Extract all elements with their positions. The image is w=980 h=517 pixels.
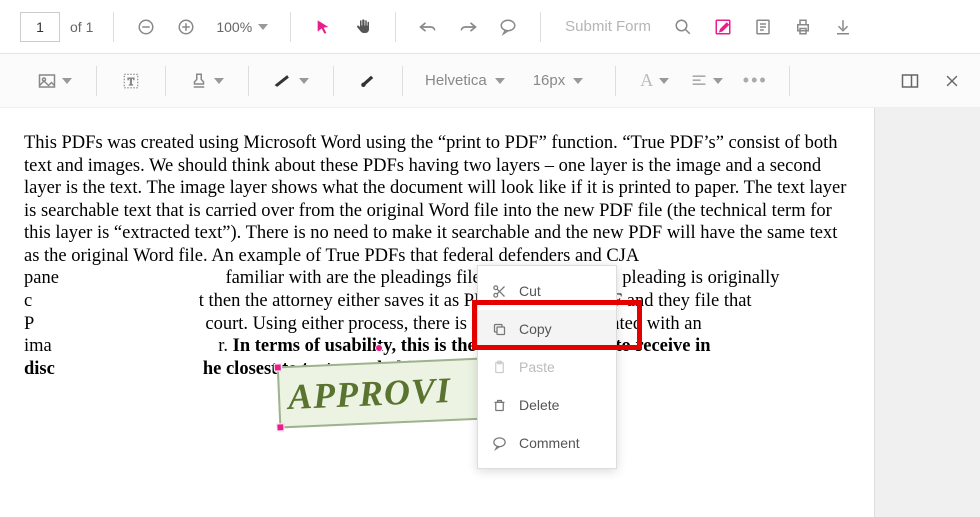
image-tool-dropdown[interactable]	[30, 63, 80, 99]
caret-down-icon	[214, 78, 224, 84]
separator	[165, 66, 166, 96]
zoom-label: 100%	[216, 19, 252, 35]
submit-form-button[interactable]: Submit Form	[565, 18, 651, 35]
separator	[248, 66, 249, 96]
font-size-dropdown[interactable]: 16px	[533, 72, 584, 89]
pen-tool-dropdown[interactable]	[265, 63, 317, 99]
copy-icon	[492, 322, 507, 337]
print-button[interactable]	[785, 9, 821, 45]
content-area: This PDFs was created using Microsoft Wo…	[0, 108, 980, 517]
separator	[113, 12, 114, 42]
more-button[interactable]: •••	[737, 63, 773, 99]
caret-down-icon	[495, 78, 505, 84]
ctx-label: Paste	[519, 359, 555, 375]
main-toolbar: of 1 100% Submit Form	[0, 0, 980, 54]
document-text: This PDFs was created using Microsoft Wo…	[24, 132, 850, 380]
caret-down-icon	[573, 78, 583, 84]
separator	[615, 66, 616, 96]
align-dropdown[interactable]	[683, 63, 731, 99]
redo-button[interactable]	[450, 9, 486, 45]
text-color-dropdown[interactable]: A	[632, 63, 677, 99]
ctx-label: Delete	[519, 397, 559, 413]
side-panel	[874, 108, 980, 517]
ctx-delete[interactable]: Delete	[478, 386, 616, 424]
search-button[interactable]	[665, 9, 701, 45]
annotation-toolbar: T Helvetica 16px A •••	[0, 54, 980, 108]
separator	[290, 12, 291, 42]
page-number-input[interactable]	[20, 12, 60, 42]
caret-down-icon	[713, 78, 723, 84]
ctx-copy[interactable]: Copy	[478, 310, 616, 348]
panel-toggle-button[interactable]	[892, 63, 928, 99]
download-button[interactable]	[825, 9, 861, 45]
ctx-label: Copy	[519, 321, 552, 337]
resize-handle[interactable]	[274, 363, 282, 371]
size-label: 16px	[533, 72, 566, 89]
reader-button[interactable]	[745, 9, 781, 45]
text-tool-button[interactable]: T	[113, 63, 149, 99]
separator	[96, 66, 97, 96]
scissors-icon	[492, 284, 507, 299]
comment-icon	[492, 436, 507, 451]
brush-tool-button[interactable]	[350, 63, 386, 99]
zoom-in-button[interactable]	[168, 9, 204, 45]
ctx-label: Comment	[519, 435, 580, 451]
caret-down-icon	[258, 24, 268, 30]
text-run: This PDFs was created using Microsoft Wo…	[24, 133, 846, 288]
zoom-level-dropdown[interactable]: 100%	[208, 9, 276, 45]
separator	[402, 66, 403, 96]
ctx-label: Cut	[519, 283, 541, 299]
close-button[interactable]	[934, 63, 970, 99]
separator	[789, 66, 790, 96]
hand-tool-button[interactable]	[345, 9, 381, 45]
page-count-label: of 1	[70, 19, 93, 35]
stamp-tool-dropdown[interactable]	[182, 63, 232, 99]
approved-stamp[interactable]: APPROVI	[277, 358, 486, 429]
resize-handle[interactable]	[276, 423, 284, 431]
select-tool-button[interactable]	[305, 9, 341, 45]
text-run: r.	[218, 336, 232, 356]
comment-tool-button[interactable]	[490, 9, 526, 45]
undo-button[interactable]	[410, 9, 446, 45]
caret-down-icon	[299, 78, 309, 84]
clipboard-icon	[492, 360, 507, 375]
pdf-page[interactable]: This PDFs was created using Microsoft Wo…	[0, 108, 874, 517]
zoom-out-button[interactable]	[128, 9, 164, 45]
font-label: Helvetica	[425, 72, 487, 89]
context-menu: Cut Copy Paste Delete Comment	[477, 265, 617, 469]
separator	[395, 12, 396, 42]
separator	[333, 66, 334, 96]
ctx-cut[interactable]: Cut	[478, 272, 616, 310]
svg-text:T: T	[128, 76, 135, 87]
edit-button[interactable]	[705, 9, 741, 45]
caret-down-icon	[659, 78, 669, 84]
stamp-label: APPROVI	[287, 369, 452, 418]
font-family-dropdown[interactable]: Helvetica	[425, 72, 505, 89]
ctx-comment[interactable]: Comment	[478, 424, 616, 462]
trash-icon	[492, 398, 507, 413]
ctx-paste: Paste	[478, 348, 616, 386]
separator	[540, 12, 541, 42]
caret-down-icon	[62, 78, 72, 84]
